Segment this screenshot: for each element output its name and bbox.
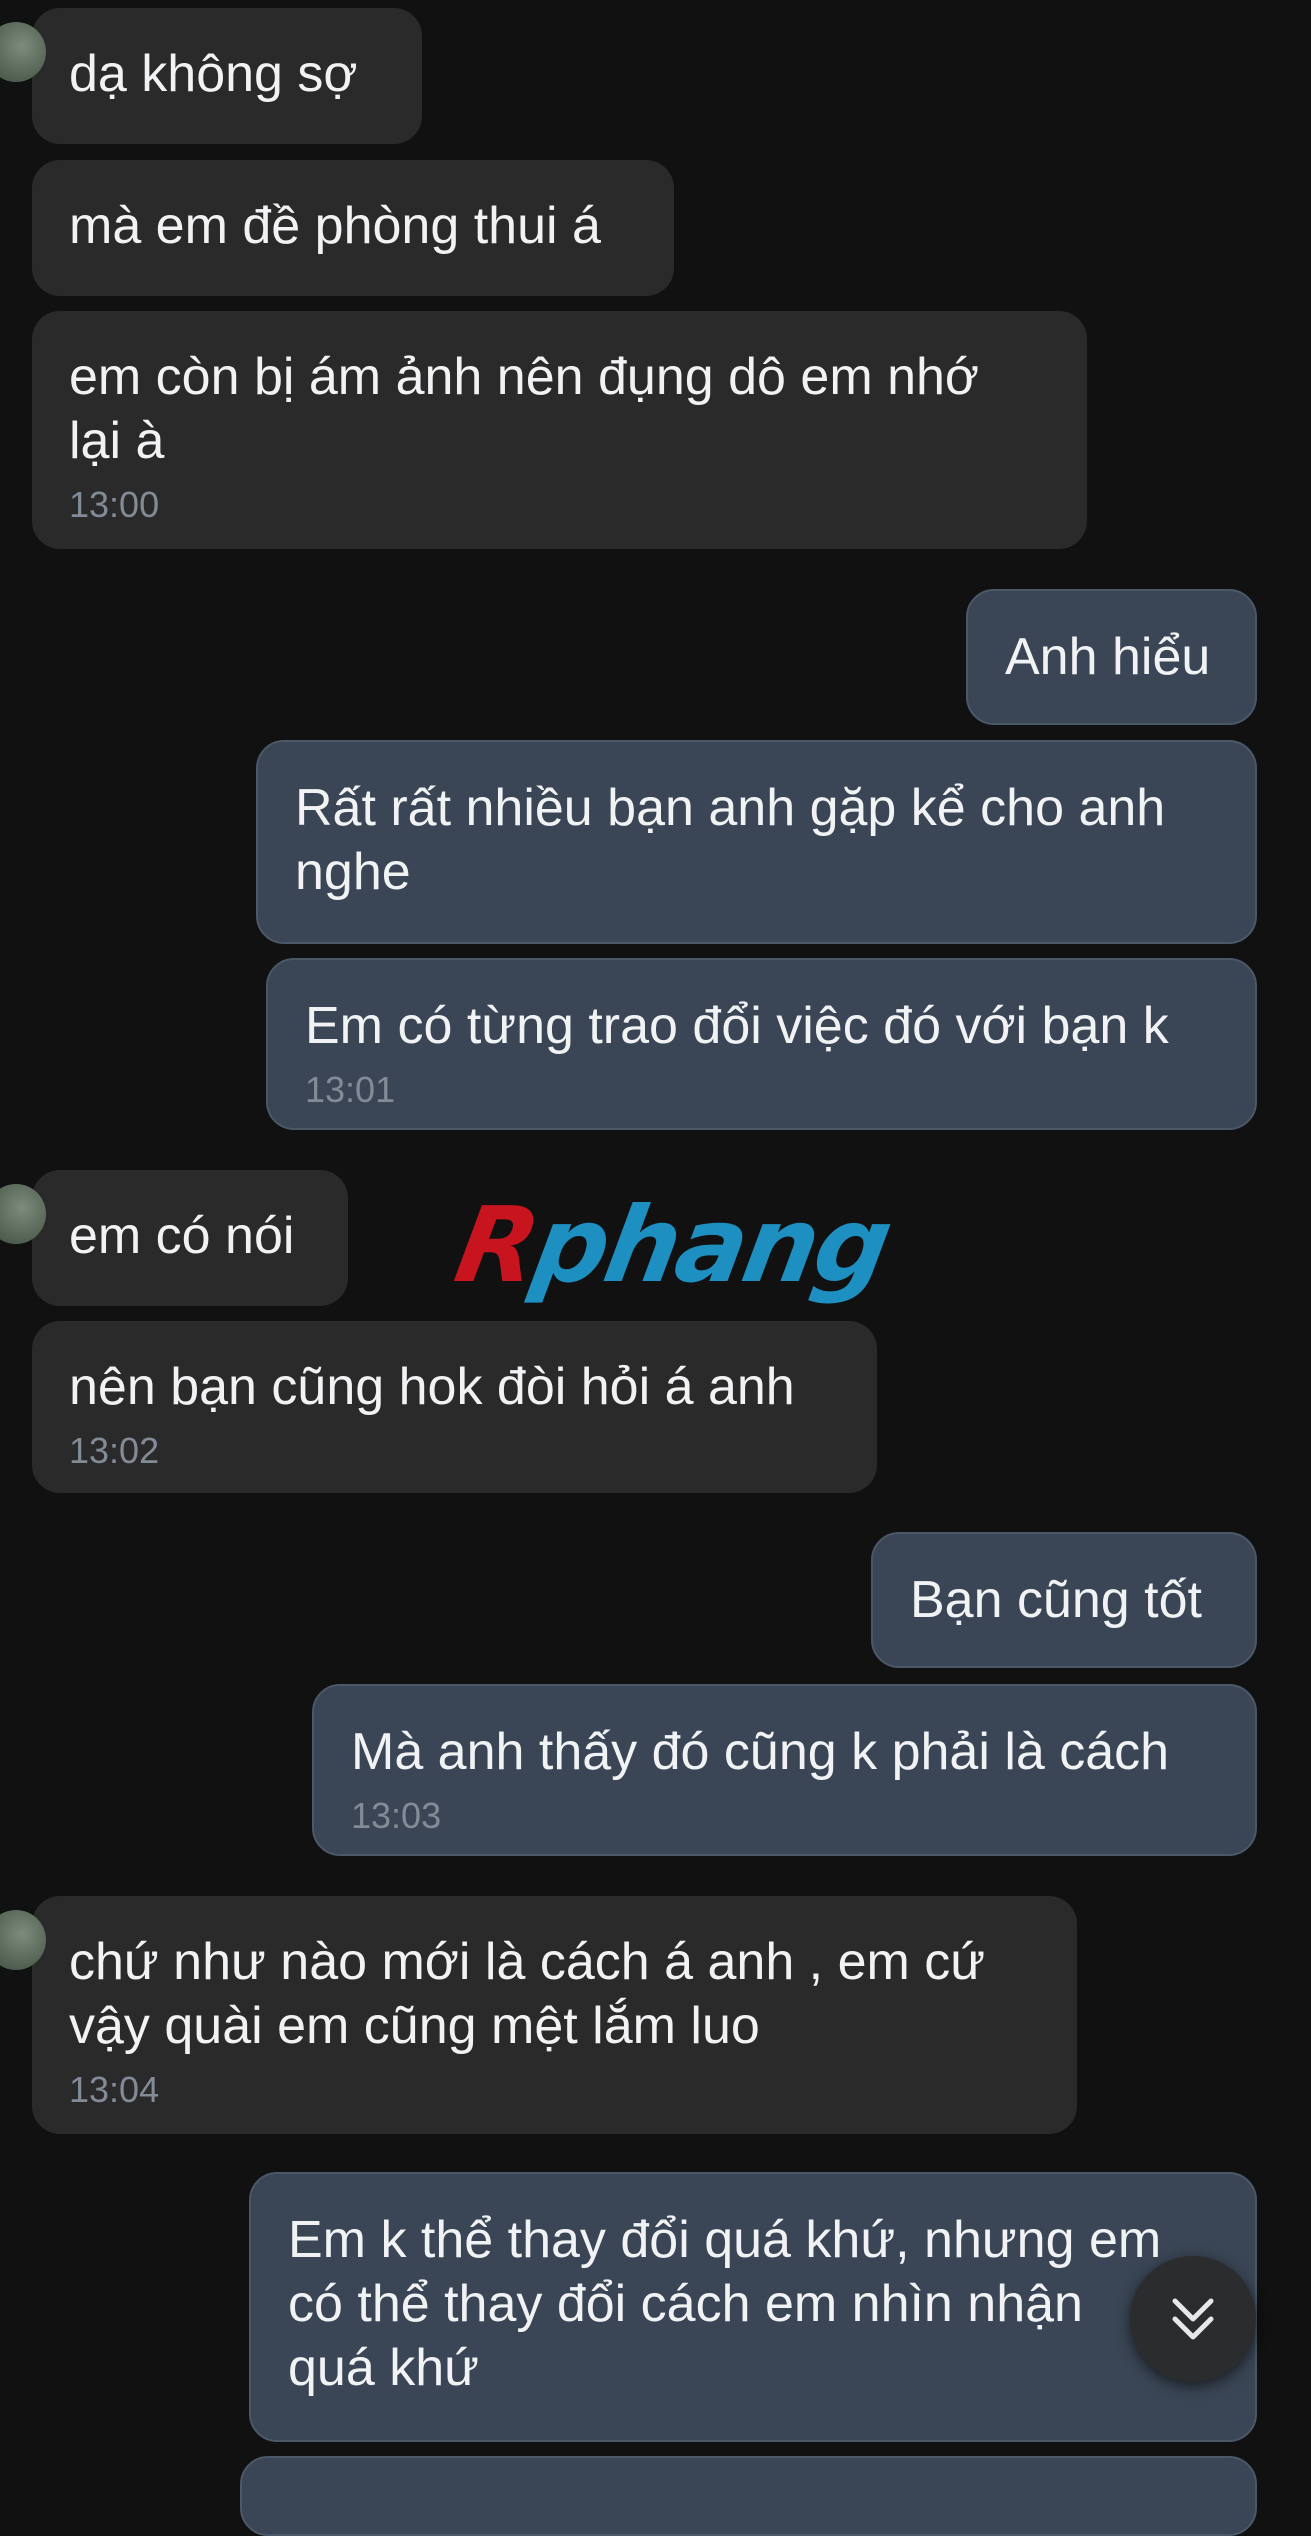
scroll-to-bottom-button[interactable]	[1130, 2256, 1256, 2382]
watermark-logo: Rphang	[447, 1184, 899, 1306]
message-text: Anh hiểu	[1005, 628, 1211, 686]
message-timestamp: 13:02	[69, 1430, 160, 1471]
watermark-text: phang	[524, 1184, 899, 1306]
message-bubble-incoming[interactable]: chứ như nào mới là cách á anh , em cứ vậ…	[0, 1896, 1077, 2134]
message-timestamp: 13:03	[351, 1795, 442, 1836]
avatar[interactable]	[0, 22, 46, 82]
message-bubble-incoming[interactable]: mà em đề phòng thui á	[32, 160, 674, 296]
message-bubble-outgoing[interactable]: Em k thể thay đổi quá khứ, nhưng em có t…	[249, 2172, 1257, 2442]
message-timestamp: 13:00	[69, 484, 160, 525]
message-timestamp: 13:01	[305, 1069, 396, 1110]
chat-thread: dạ không sợ mà em đề phòng thui á em còn…	[0, 0, 1311, 2536]
message-bubble-outgoing[interactable]	[240, 2456, 1257, 2536]
message-text: dạ không sợ	[69, 45, 358, 103]
message-text: em còn bị ám ảnh nên đụng dô em nhớ lại …	[69, 348, 980, 470]
message-text: em có nói	[69, 1207, 295, 1265]
message-text: chứ như nào mới là cách á anh , em cứ vậ…	[69, 1933, 986, 2055]
message-text: Mà anh thấy đó cũng k phải là cách	[351, 1723, 1170, 1781]
message-bubble-outgoing[interactable]: Mà anh thấy đó cũng k phải là cách 13:03	[312, 1684, 1257, 1856]
message-text: Em k thể thay đổi quá khứ, nhưng em có t…	[288, 2211, 1162, 2397]
message-text: nên bạn cũng hok đòi hỏi á anh	[69, 1358, 795, 1416]
message-bubble-incoming[interactable]: em có nói	[0, 1170, 348, 1306]
message-timestamp: 13:04	[69, 2069, 160, 2110]
message-text: Rất rất nhiều bạn anh gặp kể cho anh ngh…	[295, 779, 1166, 901]
message-text: mà em đề phòng thui á	[69, 197, 601, 255]
message-bubble-incoming[interactable]: em còn bị ám ảnh nên đụng dô em nhớ lại …	[32, 311, 1087, 549]
message-bubble-incoming[interactable]: dạ không sợ	[0, 8, 422, 144]
message-text: Bạn cũng tốt	[910, 1571, 1202, 1629]
message-bubble-outgoing[interactable]: Em có từng trao đổi việc đó với bạn k 13…	[266, 958, 1257, 1130]
message-text: Em có từng trao đổi việc đó với bạn k	[305, 997, 1169, 1055]
message-bubble-incoming[interactable]: nên bạn cũng hok đòi hỏi á anh 13:02	[32, 1321, 877, 1493]
message-bubble-outgoing[interactable]: Rất rất nhiều bạn anh gặp kể cho anh ngh…	[256, 740, 1257, 944]
message-bubble-outgoing[interactable]: Anh hiểu	[966, 589, 1257, 725]
avatar[interactable]	[0, 1910, 46, 1970]
message-bubble-outgoing[interactable]: Bạn cũng tốt	[871, 1532, 1257, 1668]
double-chevron-down-icon	[1172, 2298, 1214, 2340]
avatar[interactable]	[0, 1184, 46, 1244]
